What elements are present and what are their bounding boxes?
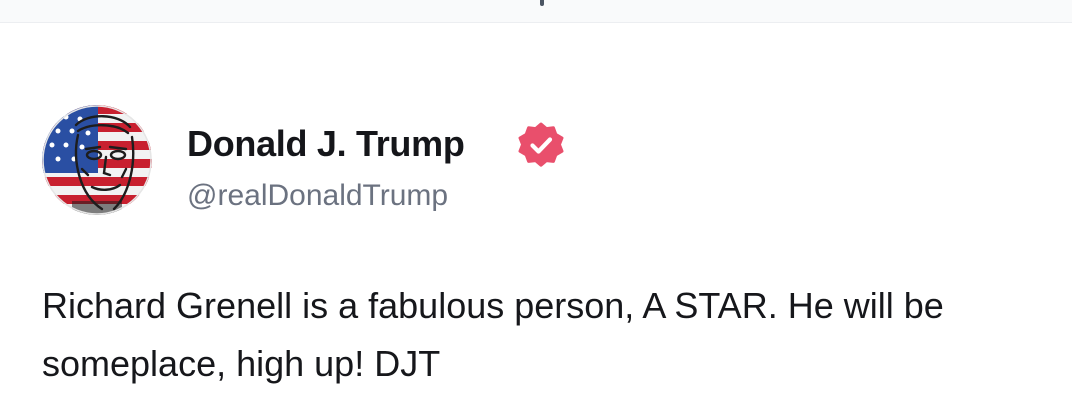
post-body-text: Richard Grenell is a fabulous person, A … <box>42 285 954 384</box>
post-card: Donald J. Trump @realDonaldTrump Richard… <box>42 105 1042 384</box>
post-header: Donald J. Trump @realDonaldTrump <box>42 105 1042 217</box>
truncated-text-fragment <box>540 0 544 6</box>
previous-post-edge <box>0 0 1072 23</box>
verified-badge-icon <box>518 122 564 168</box>
flag-portrait-avatar-icon <box>42 105 152 215</box>
avatar[interactable] <box>42 105 152 215</box>
author-handle[interactable]: @realDonaldTrump <box>187 179 448 213</box>
author-display-name[interactable]: Donald J. Trump <box>187 123 465 165</box>
